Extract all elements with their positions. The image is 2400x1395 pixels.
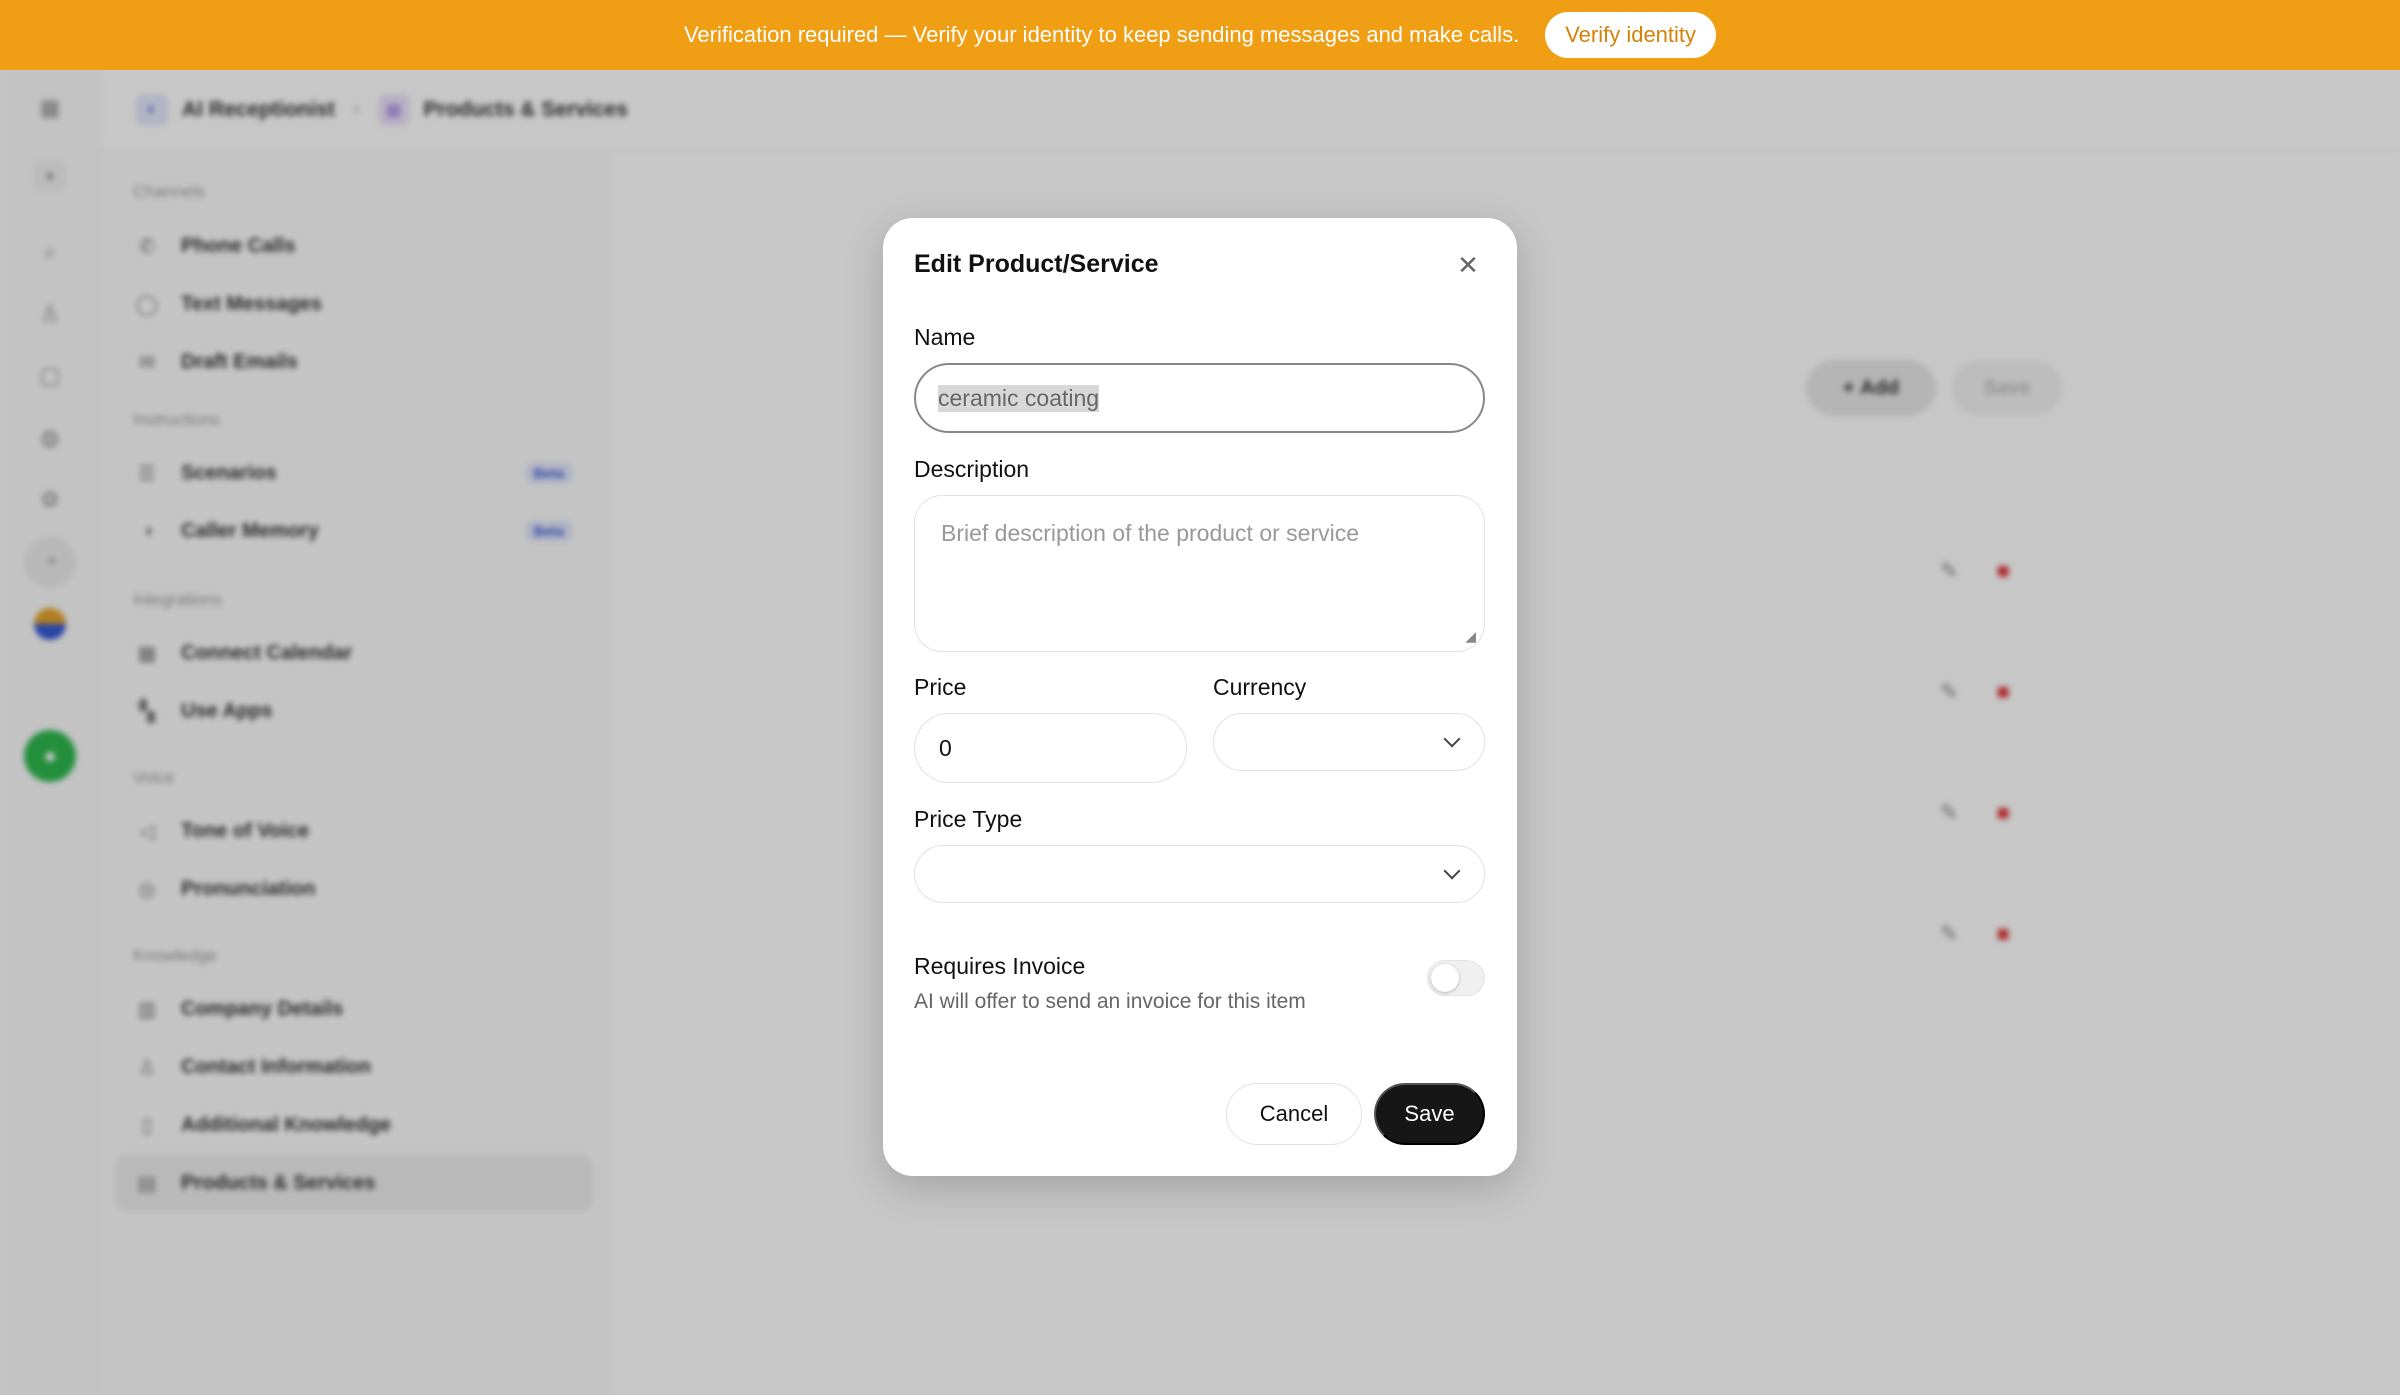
name-input-value: ceramic coating	[938, 384, 1100, 412]
requires-invoice-description: AI will offer to send an invoice for thi…	[914, 990, 1306, 1013]
requires-invoice-label: Requires Invoice	[914, 953, 1086, 979]
resize-grip-icon[interactable]: ◢	[1465, 628, 1476, 645]
requires-invoice-toggle[interactable]	[1427, 960, 1485, 996]
save-button[interactable]: Save	[1374, 1083, 1485, 1145]
name-input[interactable]: ceramic coating	[914, 363, 1485, 433]
description-textarea[interactable]: Brief description of the product or serv…	[914, 495, 1485, 652]
price-label: Price	[914, 674, 967, 700]
price-type-select[interactable]	[914, 845, 1485, 903]
dialog-title: Edit Product/Service	[914, 250, 1159, 278]
close-icon[interactable]: ✕	[1453, 250, 1483, 280]
price-input[interactable]: 0	[914, 713, 1187, 783]
cancel-button[interactable]: Cancel	[1226, 1083, 1362, 1145]
toggle-knob	[1431, 964, 1459, 992]
description-placeholder: Brief description of the product or serv…	[941, 520, 1360, 546]
price-type-label: Price Type	[914, 806, 1023, 832]
chevron-down-icon	[1443, 730, 1461, 748]
name-label: Name	[914, 324, 976, 350]
banner-message: Verification required — Verify your iden…	[683, 22, 1520, 47]
currency-label: Currency	[1213, 674, 1307, 700]
edit-product-dialog: Edit Product/Service ✕ Name ceramic coat…	[883, 218, 1517, 1176]
verify-identity-button[interactable]: Verify identity	[1545, 12, 1717, 58]
currency-select[interactable]	[1213, 713, 1485, 771]
description-label: Description	[914, 456, 1030, 482]
price-input-value: 0	[939, 734, 952, 761]
verification-banner: Verification required — Verify your iden…	[0, 0, 2400, 70]
chevron-down-icon	[1443, 862, 1461, 880]
